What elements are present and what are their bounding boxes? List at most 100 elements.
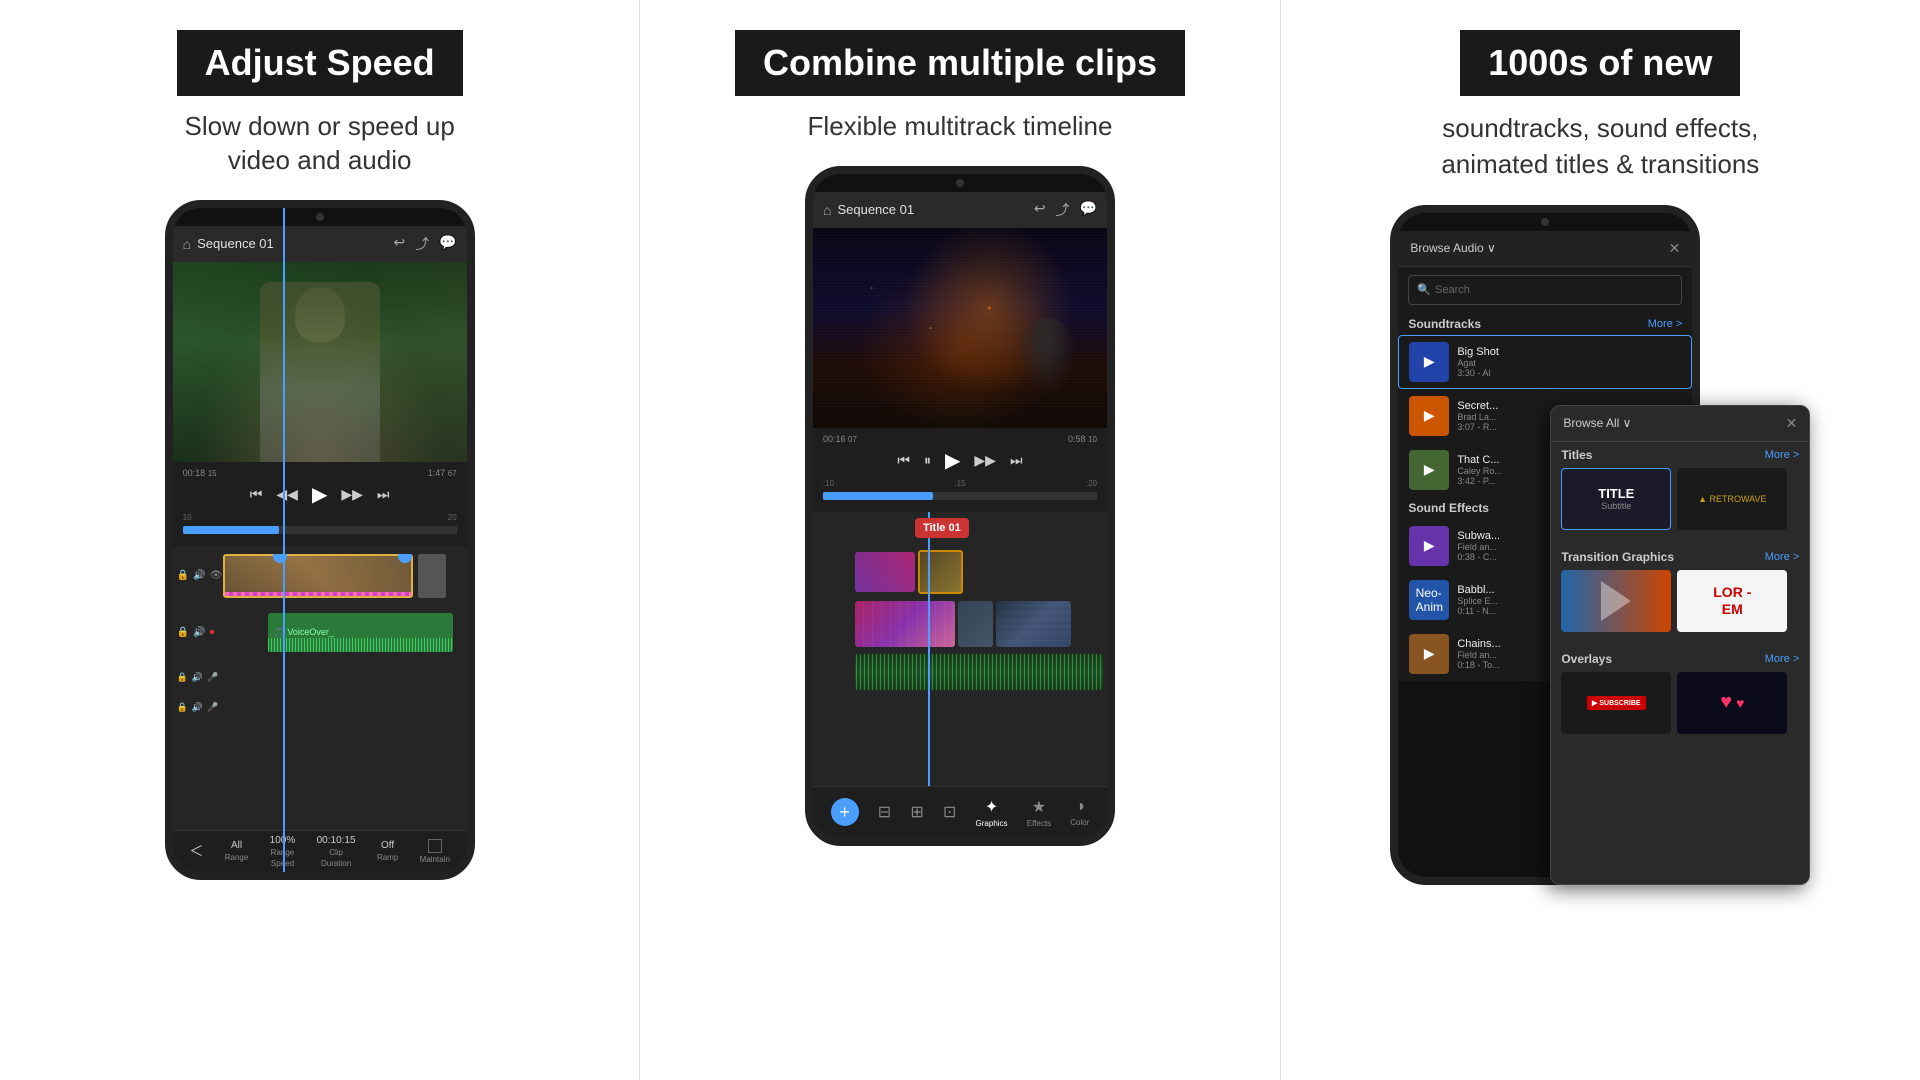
rewind-icon[interactable]: ◀◀ [276, 486, 298, 503]
maintain-checkbox[interactable] [428, 839, 442, 853]
skip-forward-icon[interactable]: ⏭ [377, 486, 390, 503]
play-icon[interactable]: ▶ [312, 482, 327, 507]
effects-icon: ★ [1032, 797, 1046, 817]
effects-button[interactable]: ★ Effects [1027, 797, 1051, 828]
clip1-thumb [855, 552, 915, 592]
trim-button[interactable]: ⊟ [878, 802, 891, 822]
clip-handle-right[interactable] [398, 554, 412, 563]
back-btn[interactable]: ＜ [189, 841, 203, 861]
phone2-controls: 00:16 07 0:58 10 ⏮ ⏸ ▶ ▶▶ ⏭ :10 :15 :20 [813, 428, 1107, 512]
split-button[interactable]: ⊞ [910, 802, 923, 822]
phone2-playhead [928, 512, 930, 786]
heart-icon-small: ♥ [1736, 695, 1744, 711]
overlay-tile-hearts[interactable]: ♥ ♥ [1677, 672, 1787, 734]
audio-track-main[interactable] [855, 654, 1103, 690]
titles-section: Titles More > TITLE Subtitle ▲ RETROWAVE [1551, 442, 1809, 544]
retro-logo: ▲ RETROWAVE [1698, 494, 1766, 504]
play-icon-2[interactable]: ▶ [945, 448, 960, 473]
phone1-playback-controls: ⏮ ◀◀ ▶ ▶▶ ⏭ [183, 482, 457, 507]
video-light [173, 262, 467, 462]
play-icon-bigshot[interactable]: ▶ [1424, 353, 1435, 370]
browse-search-bar[interactable]: 🔍 Search [1408, 275, 1682, 305]
overlay-tile-subscribe[interactable]: ▶ SUBSCRIBE [1561, 672, 1671, 734]
share-icon[interactable]: ⤴ [415, 234, 429, 254]
graphics-label: Graphics [976, 819, 1008, 828]
crop-button[interactable]: ⊡ [943, 802, 956, 822]
play-icon-subway[interactable]: ▶ [1424, 537, 1435, 554]
range-sublabel: Range [225, 853, 249, 862]
undo-icon-2[interactable]: ↩ [1034, 200, 1046, 220]
phone2-video-preview [813, 228, 1107, 428]
comment-icon-2[interactable]: 💬 [1080, 200, 1097, 220]
pause-icon[interactable]: ⏸ [924, 452, 931, 469]
audio-icon-2[interactable]: 🔊 [193, 627, 205, 638]
overlays-tile-row: ▶ SUBSCRIBE ♥ ♥ [1561, 672, 1799, 734]
range-item: All Range [225, 840, 249, 862]
graphics-button[interactable]: ✦ Graphics [976, 797, 1008, 828]
lock-icon-2[interactable]: 🔒 [177, 627, 189, 638]
transition-tile-1[interactable] [1561, 570, 1671, 632]
audio-icon[interactable]: 🔊 [193, 570, 205, 581]
comment-icon[interactable]: 💬 [439, 234, 456, 254]
forward-icon-2[interactable]: ▶▶ [974, 452, 996, 469]
lock-icon[interactable]: 🔒 [177, 570, 189, 581]
skip-forward-icon-2[interactable]: ⏭ [1010, 452, 1023, 469]
transition-tile-2[interactable]: LOR -EM [1677, 570, 1787, 632]
audio-item-bigshot[interactable]: ▶ Big Shot Agat3:30 - Al [1398, 335, 1692, 389]
video-clip-main[interactable] [223, 554, 413, 598]
video-clip-4[interactable] [958, 601, 993, 647]
skip-back-icon-2[interactable]: ⏮ [897, 452, 910, 469]
phone2-timeline-bar[interactable] [823, 492, 1097, 500]
phone1-time-display: 00:18 15 1:47 67 [183, 468, 457, 478]
phone1-notch [173, 208, 467, 226]
ramp-label: Ramp [377, 853, 398, 862]
transition-more-btn[interactable]: More > [1765, 551, 1800, 563]
video-clip-5[interactable] [996, 601, 1071, 647]
transition-section-header: Transition Graphics More > [1561, 550, 1799, 564]
phone2-camera [956, 179, 964, 187]
lorem-text: LOR -EM [1713, 584, 1751, 618]
close-browse-icon[interactable]: ✕ [1669, 240, 1681, 257]
phone1-controls: 00:18 15 1:47 67 ⏮ ◀◀ ▶ ▶▶ ⏭ 10 20 [173, 462, 467, 546]
titles-more-btn[interactable]: More > [1765, 449, 1800, 461]
ramp-item[interactable]: Off Ramp [377, 840, 398, 862]
phone1-timeline-bar[interactable] [183, 526, 457, 534]
voiceover-clip[interactable]: 🎵 VoiceOver_ [268, 613, 453, 653]
video-clip-2[interactable] [918, 550, 963, 594]
play-icon-chains[interactable]: ▶ [1424, 645, 1435, 662]
play-icon-thatc[interactable]: ▶ [1424, 461, 1435, 478]
color-button[interactable]: ◑ Color [1070, 798, 1089, 827]
soundtracks-section-header: Soundtracks More > [1398, 313, 1692, 335]
playhead-line [283, 546, 285, 830]
forward-icon[interactable]: ▶▶ [341, 486, 363, 503]
soundtracks-more-btn[interactable]: More > [1648, 318, 1683, 330]
browse-all-title[interactable]: Browse All ∨ [1563, 416, 1631, 430]
timeline-progress-2 [823, 492, 933, 500]
maintain-item[interactable]: Maintain [420, 839, 450, 864]
section1-title: Adjust Speed [177, 30, 463, 96]
video-clip-3[interactable] [855, 601, 955, 647]
share-icon-2[interactable]: ⤴ [1056, 200, 1070, 220]
play-icon-babbl[interactable]: Neo-Anim [1416, 586, 1443, 614]
title-clip-01[interactable]: Title 01 [915, 518, 969, 538]
phone2-time-display: 00:16 07 0:58 10 [823, 434, 1097, 444]
undo-icon[interactable]: ↩ [393, 234, 405, 254]
play-icon-secret[interactable]: ▶ [1424, 407, 1435, 424]
title-tile-1[interactable]: TITLE Subtitle [1561, 468, 1671, 530]
title-track: Title 01 [855, 514, 1103, 546]
track-row-video-clips2 [813, 596, 1107, 652]
video-clip-1[interactable] [855, 552, 915, 592]
audio-icon-4: 🔊 [192, 702, 203, 713]
phone1-video-preview [173, 262, 467, 462]
track-row-video-clips [813, 548, 1107, 596]
title-tile-2[interactable]: ▲ RETROWAVE [1677, 468, 1787, 530]
browse-audio-title[interactable]: Browse Audio ∨ [1410, 241, 1496, 255]
duration-item[interactable]: 00:10:15 Clip Duration [317, 835, 356, 868]
overlays-more-btn[interactable]: More > [1765, 653, 1800, 665]
skip-back-icon[interactable]: ⏮ [250, 486, 263, 503]
add-clip-button[interactable]: + [831, 798, 859, 826]
titles-label: Titles [1561, 448, 1592, 462]
browse-audio-header: Browse Audio ∨ ✕ [1398, 231, 1692, 267]
close-browse-all-icon[interactable]: ✕ [1786, 415, 1798, 432]
bigshot-info: Big Shot Agat3:30 - Al [1457, 346, 1681, 378]
